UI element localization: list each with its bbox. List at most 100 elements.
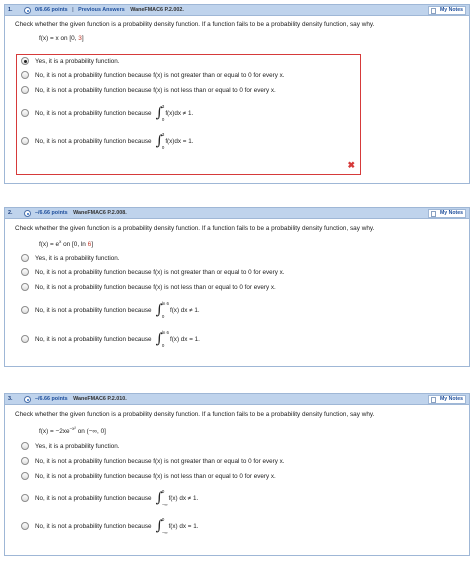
- question-number: 1.: [8, 7, 13, 13]
- lower-limit: 0: [161, 314, 165, 319]
- option-label: No, it is not a probability function bec…: [35, 457, 285, 465]
- function-definition: f(x) = ex on [0, ln 6]: [39, 239, 93, 248]
- question-header: 3. –/6.66 points WaneFMAC6 P.2.010. My N…: [5, 394, 469, 405]
- question-prompt: Check whether the given function is a pr…: [15, 411, 375, 418]
- radio-icon[interactable]: [21, 457, 29, 465]
- integrand: f(x)dx = 1.: [165, 137, 194, 145]
- integral-limits: ln 6 0: [162, 301, 169, 319]
- radio-selected-icon[interactable]: [21, 57, 29, 65]
- option-yes[interactable]: Yes, it is a probability function.: [21, 440, 119, 452]
- option-integral-not-one[interactable]: No, it is not a probability function bec…: [21, 102, 193, 124]
- my-notes-label: My Notes: [439, 396, 463, 402]
- my-notes-label: My Notes: [439, 7, 463, 13]
- question-3: 3. –/6.66 points WaneFMAC6 P.2.010. My N…: [4, 393, 470, 556]
- radio-icon[interactable]: [21, 472, 29, 480]
- points-label: 0/6.66 points: [35, 7, 68, 13]
- option-not-nonpositive[interactable]: No, it is not a probability function bec…: [21, 84, 276, 96]
- question-header: 1. 0/6.66 points | Previous Answers Wane…: [5, 5, 469, 16]
- function-suffix: ]: [81, 35, 84, 42]
- expand-question-icon[interactable]: [24, 7, 31, 14]
- option-not-nonpositive[interactable]: No, it is not a probability function bec…: [21, 470, 276, 482]
- function-definition: f(x) = x on [0, 3]: [39, 35, 84, 42]
- option-integral-one[interactable]: No, it is not a probability function bec…: [21, 130, 193, 152]
- option-not-nonpositive[interactable]: No, it is not a probability function bec…: [21, 281, 276, 293]
- notes-page-icon: [431, 397, 436, 403]
- option-integral-one[interactable]: No, it is not a probability function bec…: [21, 328, 200, 350]
- question-prompt: Check whether the given function is a pr…: [15, 21, 375, 28]
- function-text: f(x) = −2xe: [39, 428, 70, 436]
- radio-icon[interactable]: [21, 335, 29, 343]
- radio-icon[interactable]: [21, 442, 29, 450]
- expand-question-icon[interactable]: [24, 396, 31, 403]
- my-notes-button[interactable]: My Notes: [428, 395, 466, 404]
- option-label: No, it is not a probability function bec…: [35, 268, 285, 276]
- integrand: f(x) dx ≠ 1.: [169, 306, 200, 314]
- integral-expression: ∫ 0 −∞ f(x) dx = 1.: [156, 517, 199, 535]
- integrand: f(x) dx ≠ 1.: [168, 494, 199, 502]
- notes-page-icon: [431, 8, 436, 14]
- function-text: f(x) = e: [39, 241, 60, 249]
- question-source: WaneFMAC6 P.2.008.: [73, 210, 127, 216]
- integral-expression: ∫ ln 6 0 f(x) dx ≠ 1.: [156, 301, 200, 319]
- option-label: No, it is not a probability function bec…: [35, 109, 152, 117]
- option-label: No, it is not a probability function bec…: [35, 335, 152, 343]
- my-notes-label: My Notes: [439, 210, 463, 216]
- points-group: –/6.66 points WaneFMAC6 P.2.010.: [35, 394, 127, 405]
- radio-icon[interactable]: [21, 522, 29, 530]
- integral-expression: ∫ 3 0 f(x)dx ≠ 1.: [156, 104, 194, 122]
- my-notes-button[interactable]: My Notes: [428, 6, 466, 15]
- radio-icon[interactable]: [21, 71, 29, 79]
- option-not-nonnegative[interactable]: No, it is not a probability function bec…: [21, 266, 285, 278]
- points-label: –/6.66 points: [35, 396, 68, 402]
- points-group: 0/6.66 points | Previous Answers WaneFMA…: [35, 5, 184, 16]
- incorrect-icon: ✖: [347, 160, 355, 170]
- integral-limits: ln 6 0: [162, 330, 169, 348]
- option-label: Yes, it is a probability function.: [35, 57, 120, 65]
- integrand: f(x)dx ≠ 1.: [165, 109, 194, 117]
- integral-expression: ∫ 3 0 f(x)dx = 1.: [156, 132, 194, 150]
- integral-sign-icon: ∫: [155, 490, 163, 506]
- question-number: 3.: [8, 396, 13, 402]
- radio-icon[interactable]: [21, 254, 29, 262]
- option-label: No, it is not a probability function bec…: [35, 472, 276, 480]
- option-yes[interactable]: Yes, it is a probability function.: [21, 252, 119, 264]
- previous-answers-link[interactable]: Previous Answers: [78, 7, 125, 13]
- radio-icon[interactable]: [21, 283, 29, 291]
- points-label: –/6.66 points: [35, 210, 68, 216]
- option-integral-one[interactable]: No, it is not a probability function bec…: [21, 515, 198, 537]
- question-2: 2. –/6.66 points WaneFMAC6 P.2.008. My N…: [4, 207, 470, 367]
- radio-icon[interactable]: [21, 86, 29, 94]
- question-header: 2. –/6.66 points WaneFMAC6 P.2.008. My N…: [5, 208, 469, 219]
- option-label: No, it is not a probability function bec…: [35, 71, 285, 79]
- integral-expression: ∫ 0 −∞ f(x) dx ≠ 1.: [156, 489, 199, 507]
- option-label: No, it is not a probability function bec…: [35, 86, 276, 94]
- radio-icon[interactable]: [21, 137, 29, 145]
- notes-page-icon: [431, 211, 436, 217]
- expand-question-icon[interactable]: [24, 210, 31, 217]
- function-suffix: on (−∞, 0]: [75, 428, 106, 436]
- integrand: f(x) dx = 1.: [169, 335, 200, 343]
- option-not-nonnegative[interactable]: No, it is not a probability function bec…: [21, 455, 285, 467]
- option-integral-not-one[interactable]: No, it is not a probability function bec…: [21, 299, 200, 321]
- option-not-nonnegative[interactable]: No, it is not a probability function bec…: [21, 69, 285, 81]
- question-source: WaneFMAC6 P.2.002.: [130, 7, 184, 13]
- radio-icon[interactable]: [21, 306, 29, 314]
- integral-sign-icon: ∫: [155, 133, 163, 149]
- option-yes[interactable]: Yes, it is a probability function.: [21, 55, 119, 67]
- upper-limit: ln 6: [161, 330, 169, 335]
- integral-sign-icon: ∫: [155, 105, 163, 121]
- radio-icon[interactable]: [21, 494, 29, 502]
- my-notes-button[interactable]: My Notes: [428, 209, 466, 218]
- question-1: 1. 0/6.66 points | Previous Answers Wane…: [4, 4, 470, 184]
- function-text: f(x) = x on [0,: [39, 35, 79, 42]
- function-suffix: ]: [91, 241, 93, 249]
- option-label: No, it is not a probability function bec…: [35, 306, 152, 314]
- radio-icon[interactable]: [21, 109, 29, 117]
- option-label: No, it is not a probability function bec…: [35, 137, 152, 145]
- radio-icon[interactable]: [21, 268, 29, 276]
- integral-expression: ∫ ln 6 0 f(x) dx = 1.: [156, 330, 200, 348]
- option-integral-not-one[interactable]: No, it is not a probability function bec…: [21, 487, 198, 509]
- option-label: No, it is not a probability function bec…: [35, 522, 152, 530]
- upper-limit: ln 6: [161, 301, 169, 306]
- integrand: f(x) dx = 1.: [168, 522, 199, 530]
